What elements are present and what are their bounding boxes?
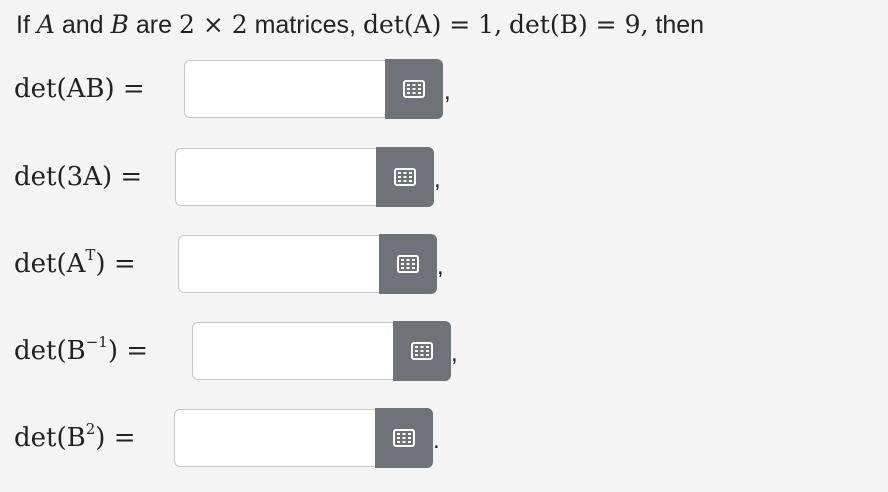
det-3a-field bbox=[175, 147, 434, 207]
det-at-keypad-button[interactable] bbox=[379, 234, 437, 294]
det-ab-comma: , bbox=[444, 77, 451, 105]
det-b-inverse-input[interactable] bbox=[192, 322, 393, 380]
det-b-squared-label: det(B2) = bbox=[14, 420, 136, 454]
intro-matrices: matrices, bbox=[254, 11, 356, 39]
answer-row-det-b-inverse: det(B−1) = , bbox=[14, 321, 474, 381]
det-ab-keypad-button[interactable] bbox=[385, 59, 443, 119]
det-3a-keypad-button[interactable] bbox=[376, 147, 434, 207]
det-3a-label: det(3A) = bbox=[14, 162, 143, 192]
intro-are: are bbox=[135, 11, 173, 39]
det-3a-input[interactable] bbox=[175, 148, 376, 206]
answer-row-det-at: det(AT) = , bbox=[14, 234, 454, 294]
det-at-label: det(AT) = bbox=[14, 246, 136, 280]
matrix-dimensions: 2 × 2 bbox=[178, 10, 248, 39]
det-at-superscript: T bbox=[85, 246, 96, 264]
problem-statement: If A and B are 2 × 2 matrices, det(A) = … bbox=[16, 8, 704, 42]
answer-row-det-ab: det(AB) = , bbox=[14, 59, 454, 119]
det-b-squared-input[interactable] bbox=[174, 409, 375, 467]
intro-if: If bbox=[16, 11, 30, 39]
matrix-a-symbol: A bbox=[36, 10, 55, 39]
keypad-grid-icon bbox=[403, 80, 425, 98]
det-b-inverse-keypad-button[interactable] bbox=[393, 321, 451, 381]
keypad-grid-icon bbox=[411, 342, 433, 360]
intro-and: and bbox=[61, 11, 104, 39]
keypad-grid-icon bbox=[394, 168, 416, 186]
det-b-given: det(B) = 9, bbox=[509, 10, 649, 39]
det-ab-field bbox=[184, 59, 443, 119]
det-3a-comma: , bbox=[434, 165, 441, 193]
det-ab-input[interactable] bbox=[184, 60, 385, 118]
det-at-field bbox=[178, 234, 437, 294]
answer-row-det-b-squared: det(B2) = . bbox=[14, 408, 454, 468]
det-b-squared-field bbox=[174, 408, 433, 468]
keypad-grid-icon bbox=[393, 429, 415, 447]
det-b-inverse-field bbox=[192, 321, 451, 381]
keypad-grid-icon bbox=[397, 255, 419, 273]
det-b-inverse-label-main: det(B bbox=[14, 336, 86, 366]
det-at-label-tail: ) = bbox=[95, 249, 136, 279]
det-b-inverse-superscript: −1 bbox=[85, 333, 108, 351]
det-b-inverse-comma: , bbox=[451, 339, 458, 367]
det-b-squared-superscript: 2 bbox=[85, 420, 96, 438]
det-a-given: det(A) = 1, bbox=[362, 10, 503, 39]
det-ab-label: det(AB) = bbox=[14, 74, 145, 104]
intro-then: then bbox=[655, 11, 705, 39]
det-b-squared-label-main: det(B bbox=[14, 423, 86, 453]
det-b-squared-keypad-button[interactable] bbox=[375, 408, 433, 468]
det-b-inverse-label-tail: ) = bbox=[107, 336, 149, 366]
matrix-b-symbol: B bbox=[110, 10, 129, 39]
det-at-input[interactable] bbox=[178, 235, 379, 293]
det-b-inverse-label: det(B−1) = bbox=[14, 333, 149, 367]
det-b-squared-period: . bbox=[433, 426, 440, 454]
det-at-label-main: det(A bbox=[14, 249, 86, 279]
answer-row-det-3a: det(3A) = , bbox=[14, 147, 454, 207]
det-at-comma: , bbox=[437, 252, 444, 280]
det-b-squared-label-tail: ) = bbox=[95, 423, 136, 453]
